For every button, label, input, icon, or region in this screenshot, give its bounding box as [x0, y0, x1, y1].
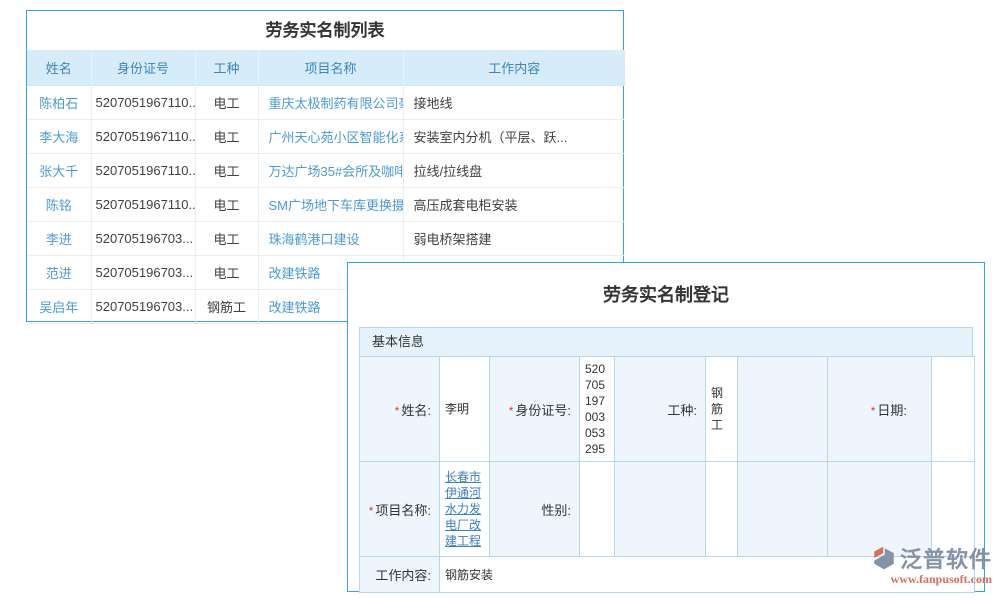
table-header-row: 姓名 身份证号 工种 项目名称 工作内容: [27, 50, 625, 85]
vendor-watermark: 泛普软件 www.fanpusoft.com: [871, 542, 992, 587]
empty-label-cell: [738, 357, 828, 462]
col-header-name: 姓名: [27, 50, 91, 85]
fanpu-logo-icon: [871, 545, 897, 571]
work-content-cell: 高压成套电柜安装: [403, 187, 625, 221]
col-header-trade: 工种: [195, 50, 258, 85]
worker-id-cell: 520705196703...: [91, 255, 195, 289]
project-link[interactable]: SM广场地下车库更换摄...: [258, 187, 403, 221]
table-row: 陈柏石 5207051967110... 电工 重庆太极制药有限公司毫... 接…: [27, 85, 625, 119]
project-link[interactable]: 重庆太极制药有限公司毫...: [258, 85, 403, 119]
project-name-label: *项目名称:: [360, 462, 440, 557]
work-content-label: 工作内容:: [360, 557, 440, 593]
empty-value-cell: [706, 462, 738, 557]
col-header-work: 工作内容: [403, 50, 625, 85]
vendor-name: 泛普软件: [900, 542, 992, 574]
required-asterisk: *: [871, 404, 876, 418]
work-content-cell: 安装室内分机（平层、跃...: [403, 119, 625, 153]
worker-name-link[interactable]: 陈铭: [27, 187, 91, 221]
work-content-cell: 弱电桥架搭建: [403, 221, 625, 255]
vendor-url: www.fanpusoft.com: [891, 572, 992, 587]
table-row: 李进 520705196703... 电工 珠海鹤港口建设 弱电桥架搭建: [27, 221, 625, 255]
table-row: 张大千 5207051967110... 电工 万达广场35#会所及咖啡... …: [27, 153, 625, 187]
required-asterisk: *: [395, 404, 400, 418]
col-header-project: 项目名称: [258, 50, 403, 85]
registration-form-panel: 劳务实名制登记 基本信息 *姓名: 李明 *身份证号: 520705197003…: [347, 262, 985, 592]
list-panel-title: 劳务实名制列表: [27, 11, 623, 50]
trade-label: 工种:: [615, 357, 706, 462]
worker-trade-cell: 钢筋工: [195, 289, 258, 323]
worker-name-link[interactable]: 吴启年: [27, 289, 91, 323]
gender-label: 性别:: [490, 462, 580, 557]
worker-id-cell: 5207051967110...: [91, 153, 195, 187]
table-row: 陈铭 5207051967110... 电工 SM广场地下车库更换摄... 高压…: [27, 187, 625, 221]
date-field[interactable]: [932, 357, 975, 462]
name-label: *姓名:: [360, 357, 440, 462]
worker-trade-cell: 电工: [195, 85, 258, 119]
worker-name-link[interactable]: 陈柏石: [27, 85, 91, 119]
project-link[interactable]: 珠海鹤港口建设: [258, 221, 403, 255]
worker-trade-cell: 电工: [195, 153, 258, 187]
required-asterisk: *: [369, 504, 374, 518]
id-number-label: *身份证号:: [490, 357, 580, 462]
worker-name-link[interactable]: 张大千: [27, 153, 91, 187]
empty-label-cell: [738, 462, 828, 557]
worker-name-link[interactable]: 李进: [27, 221, 91, 255]
form-panel-title: 劳务实名制登记: [348, 263, 984, 327]
project-link[interactable]: 万达广场35#会所及咖啡...: [258, 153, 403, 187]
worker-name-link[interactable]: 李大海: [27, 119, 91, 153]
worker-name-link[interactable]: 范进: [27, 255, 91, 289]
worker-id-cell: 5207051967110...: [91, 187, 195, 221]
project-link[interactable]: 广州天心苑小区智能化系...: [258, 119, 403, 153]
work-content-cell: 拉线/拉线盘: [403, 153, 625, 187]
id-number-field[interactable]: 520705197003053295: [580, 357, 615, 462]
name-field[interactable]: 李明: [440, 357, 490, 462]
required-asterisk: *: [509, 404, 514, 418]
project-name-field[interactable]: 长春市伊通河水力发电厂改建工程: [440, 462, 490, 557]
date-label: *日期:: [828, 357, 932, 462]
col-header-id: 身份证号: [91, 50, 195, 85]
worker-trade-cell: 电工: [195, 255, 258, 289]
project-name-link[interactable]: 长春市伊通河水力发电厂改建工程: [445, 470, 481, 548]
worker-trade-cell: 电工: [195, 187, 258, 221]
work-content-cell: 接地线: [403, 85, 625, 119]
worker-id-cell: 520705196703...: [91, 289, 195, 323]
section-header-basic-info: 基本信息: [359, 327, 973, 357]
worker-id-cell: 5207051967110...: [91, 85, 195, 119]
worker-trade-cell: 电工: [195, 119, 258, 153]
trade-field[interactable]: 钢筋工: [706, 357, 738, 462]
worker-id-cell: 5207051967110...: [91, 119, 195, 153]
worker-id-cell: 520705196703...: [91, 221, 195, 255]
gender-field[interactable]: [580, 462, 615, 557]
table-row: 李大海 5207051967110... 电工 广州天心苑小区智能化系... 安…: [27, 119, 625, 153]
empty-label-cell: [615, 462, 706, 557]
worker-trade-cell: 电工: [195, 221, 258, 255]
